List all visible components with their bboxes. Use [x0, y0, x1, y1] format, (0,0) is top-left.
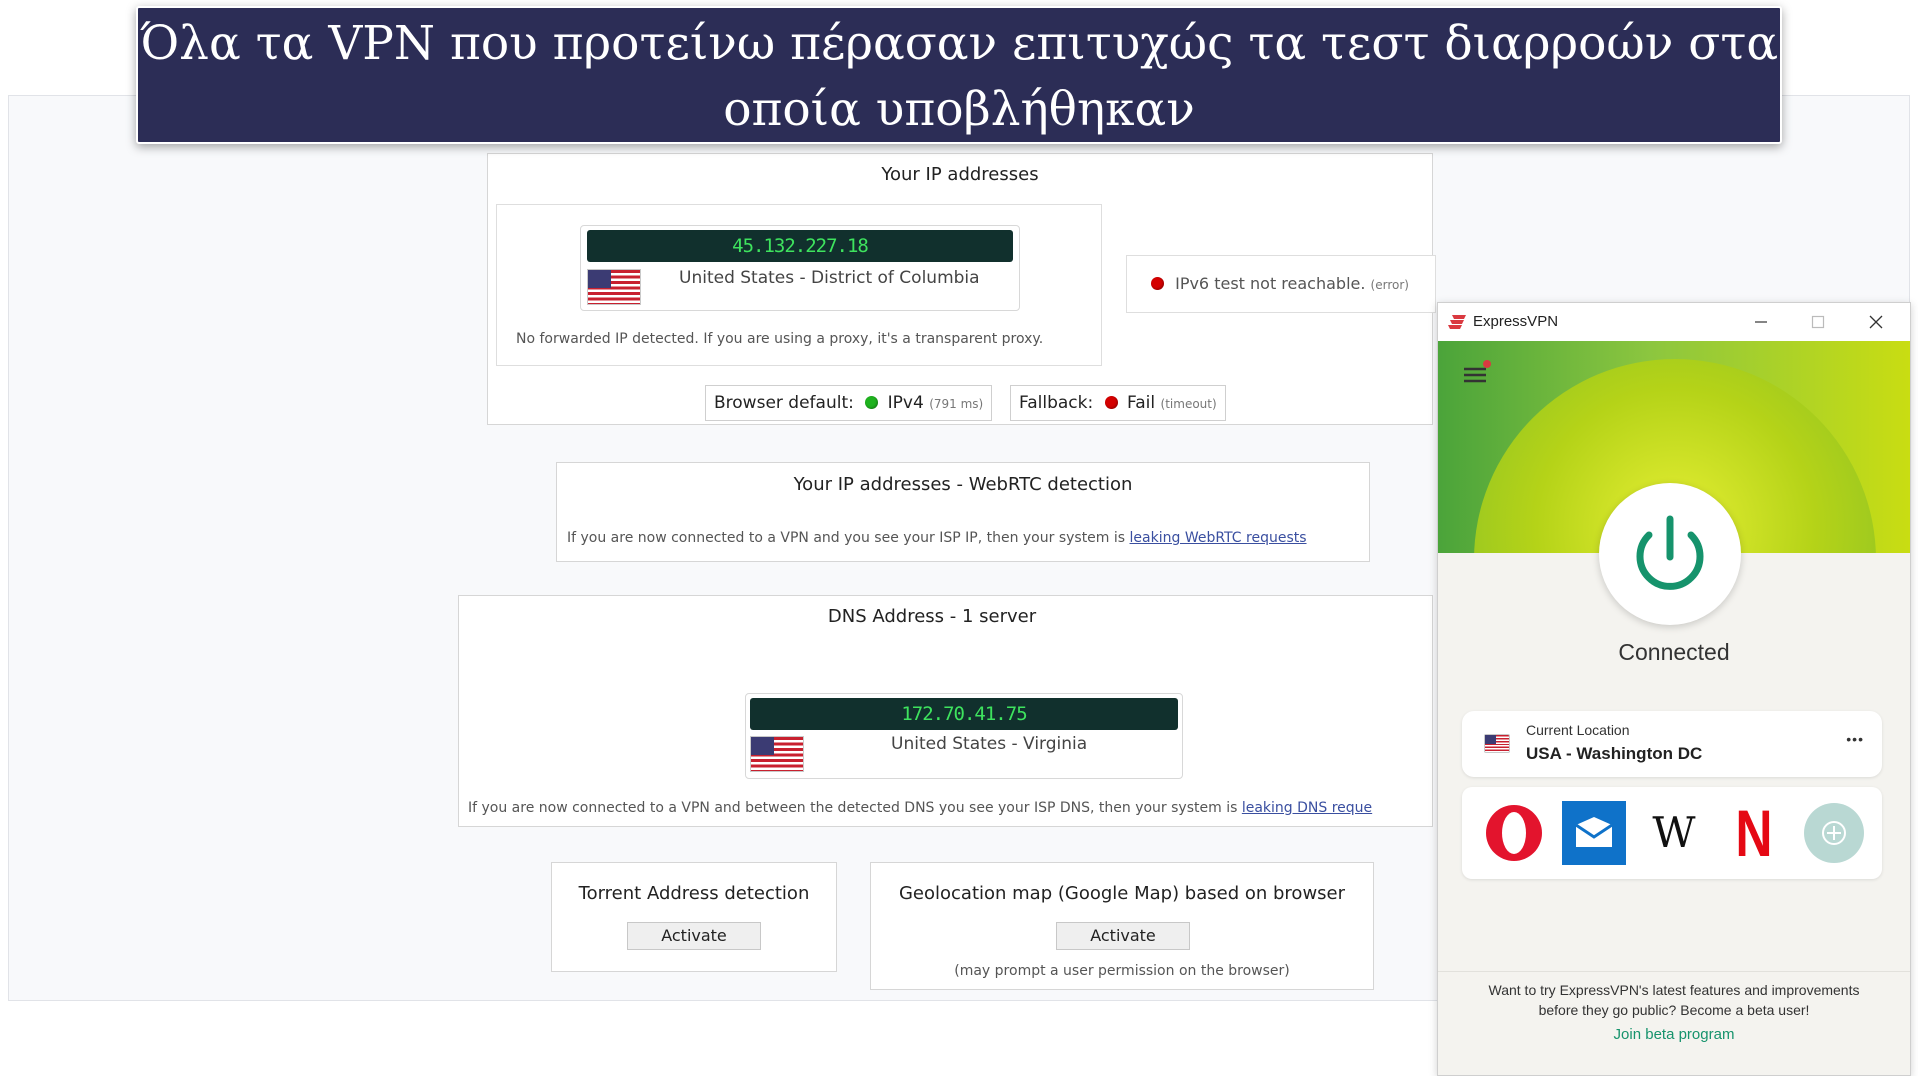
expressvpn-logo-icon: [1448, 315, 1466, 329]
hamburger-menu-icon[interactable]: [1462, 359, 1492, 385]
current-location-value: USA - Washington DC: [1526, 744, 1703, 763]
beta-footer: Want to try ExpressVPN's latest features…: [1438, 971, 1910, 1075]
dns-location: United States - Virginia: [891, 734, 1088, 754]
dns-card: DNS Address - 1 server 172.70.41.75 Unit…: [458, 595, 1433, 827]
browser-screenshot: Your IP addresses 45.132.227.18 United S…: [8, 95, 1911, 1076]
status-dot-green-icon: [865, 396, 879, 409]
torrent-card: Torrent Address detection Activate: [551, 862, 837, 972]
ip-result-panel: 45.132.227.18 United States - District o…: [496, 204, 1102, 366]
webrtc-note: If you are now connected to a VPN and yo…: [567, 530, 1307, 546]
webrtc-title: Your IP addresses - WebRTC detection: [793, 474, 1133, 495]
ip-address-display: 45.132.227.18: [587, 230, 1013, 262]
torrent-title: Torrent Address detection: [578, 883, 810, 904]
shortcuts-bar: W N: [1462, 787, 1882, 879]
webrtc-card: Your IP addresses - WebRTC detection If …: [556, 462, 1370, 562]
dns-address-display: 172.70.41.75: [750, 698, 1178, 730]
caption-line-1: Όλα τα VPN που προτείνω πέρασαν επιτυχώς…: [139, 16, 1779, 71]
ip-box: 45.132.227.18 United States - District o…: [580, 225, 1020, 311]
leaking-dns-link[interactable]: leaking DNS reque: [1242, 800, 1372, 816]
caption-line-2: οποία υποβλήθηκαν: [723, 82, 1195, 137]
title-bar: ExpressVPN: [1438, 303, 1910, 341]
us-flag-icon: [750, 736, 804, 772]
forwarded-ip-note: No forwarded IP detected. If you are usi…: [516, 331, 1044, 347]
dns-box: 172.70.41.75 United States - Virginia: [745, 693, 1183, 779]
ip-addresses-card: Your IP addresses 45.132.227.18 United S…: [487, 153, 1436, 425]
add-shortcut-icon[interactable]: [1802, 801, 1866, 865]
geolocation-card: Geolocation map (Google Map) based on br…: [870, 862, 1374, 990]
geolocation-title: Geolocation map (Google Map) based on br…: [898, 883, 1346, 904]
power-icon: [1636, 515, 1704, 590]
wikipedia-icon[interactable]: W: [1642, 801, 1706, 865]
us-flag-icon: [587, 269, 641, 305]
expressvpn-window: ExpressVPN Connected Current Location US…: [1437, 302, 1911, 1076]
current-location-label: Current Location: [1526, 722, 1630, 738]
dns-note: If you are now connected to a VPN and be…: [468, 800, 1373, 816]
close-icon[interactable]: [1868, 314, 1884, 330]
leaking-webrtc-link[interactable]: leaking WebRTC requests: [1130, 530, 1307, 546]
dns-title: DNS Address - 1 server: [827, 606, 1037, 627]
ip-location: United States - District of Columbia: [679, 268, 980, 288]
app-title: ExpressVPN: [1473, 313, 1559, 330]
netflix-icon[interactable]: N: [1729, 800, 1779, 866]
ipv6-status: IPv6 test not reachable. (error): [1151, 274, 1409, 293]
geolocation-note: (may prompt a user permission on the bro…: [954, 963, 1290, 979]
beta-text: Want to try ExpressVPN's latest features…: [1488, 982, 1860, 1018]
fallback-pill: Fallback: Fail (timeout): [1010, 385, 1226, 421]
ip-card-title: Your IP addresses: [881, 164, 1039, 185]
torrent-activate-button[interactable]: Activate: [627, 922, 761, 950]
minimize-icon[interactable]: [1753, 314, 1769, 330]
opera-icon[interactable]: [1482, 801, 1546, 865]
status-dot-red-icon: [1104, 396, 1118, 409]
current-location-card[interactable]: Current Location USA - Washington DC •••: [1462, 711, 1882, 777]
join-beta-link[interactable]: Join beta program: [1438, 1026, 1910, 1043]
mail-icon[interactable]: [1562, 801, 1626, 865]
power-button[interactable]: [1599, 483, 1741, 625]
geolocation-activate-button[interactable]: Activate: [1056, 922, 1190, 950]
browser-default-pill: Browser default: IPv4 (791 ms): [705, 385, 993, 421]
us-flag-icon: [1484, 734, 1510, 753]
more-options-icon[interactable]: •••: [1846, 731, 1864, 747]
ipv6-panel: IPv6 test not reachable. (error): [1126, 255, 1436, 313]
caption-banner: Όλα τα VPN που προτείνω πέρασαν επιτυχώς…: [136, 6, 1782, 144]
status-dot-red-icon: [1151, 277, 1164, 290]
connection-status: Connected: [1618, 639, 1730, 665]
maximize-icon[interactable]: [1810, 314, 1826, 330]
